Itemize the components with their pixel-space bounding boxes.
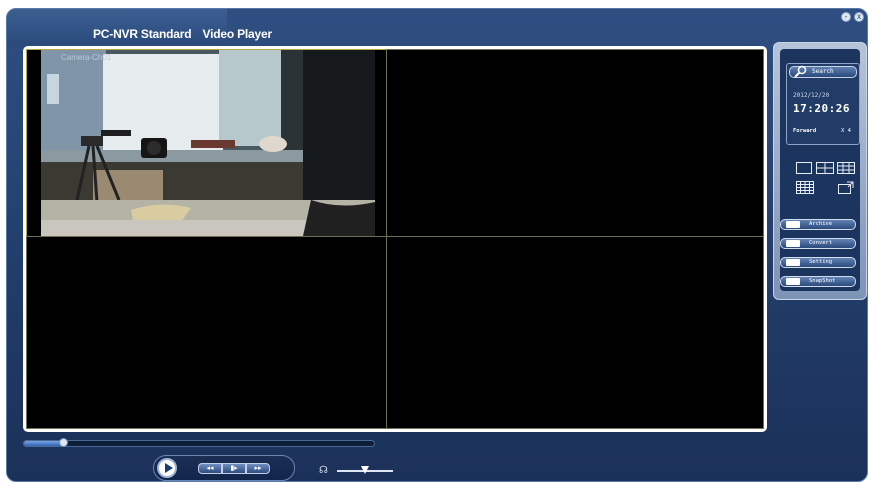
volume-icon: ☊ — [319, 465, 328, 476]
play-button[interactable] — [157, 458, 177, 478]
minimize-button[interactable]: - — [841, 12, 851, 22]
layout-3x3-icon[interactable] — [837, 162, 855, 174]
convert-icon — [786, 240, 800, 247]
search-icon — [794, 65, 807, 78]
camera-label: Camera-Ch01 — [61, 53, 112, 62]
fast-forward-button[interactable]: ▸▸ — [246, 463, 270, 474]
archive-label: Archive — [809, 221, 833, 227]
video-cell-3[interactable] — [26, 236, 387, 429]
convert-button[interactable]: Convert — [780, 238, 856, 249]
playback-controls: ◂◂ ▮▸ ▸▸ — [153, 455, 295, 481]
video-cell-2[interactable] — [386, 49, 764, 237]
camera-scene-graphic — [41, 50, 375, 236]
playback-speed: X 4 — [841, 128, 851, 134]
layout-2x2-icon[interactable] — [816, 162, 834, 174]
video-cell-4[interactable] — [386, 236, 764, 429]
playback-info-box: Search 2012/12/20 17:20:26 Forward X 4 — [786, 63, 860, 145]
convert-label: Convert — [809, 240, 833, 246]
window-title: PC-NVR Standard Video Player — [93, 27, 280, 41]
close-button[interactable]: x — [854, 12, 864, 22]
wrench-icon — [786, 259, 800, 266]
rewind-button[interactable]: ◂◂ — [198, 463, 222, 474]
volume-handle[interactable] — [361, 466, 369, 474]
app-subtitle: Video Player — [202, 27, 273, 41]
volume-slider[interactable] — [337, 466, 393, 474]
app-name: PC-NVR Standard — [93, 27, 192, 41]
video-player-window: PC-NVR Standard Video Player - x Camera-… — [6, 8, 868, 482]
setting-button[interactable]: Setting — [780, 257, 856, 268]
snapshot-label: SnapShot — [809, 278, 836, 284]
timeline-progress-fill — [24, 441, 63, 446]
setting-label: Setting — [809, 259, 833, 265]
playback-direction: Forward — [793, 128, 817, 134]
playback-date: 2012/12/20 — [793, 92, 830, 99]
video-grid: Camera-Ch01 — [23, 46, 767, 432]
fullscreen-icon[interactable] — [838, 181, 854, 194]
timeline-handle[interactable] — [58, 438, 68, 447]
side-panel-inner: Search 2012/12/20 17:20:26 Forward X 4 A… — [780, 49, 860, 291]
layout-4x4-icon[interactable] — [796, 181, 814, 194]
layout-1x1-icon[interactable] — [796, 162, 812, 174]
camera-icon — [786, 278, 800, 285]
archive-button[interactable]: Archive — [780, 219, 856, 230]
camera-feed-image: Camera-Ch01 — [41, 50, 375, 236]
timeline-progress-bar[interactable] — [23, 438, 375, 447]
video-cell-1[interactable]: Camera-Ch01 — [26, 49, 396, 237]
folder-icon — [786, 221, 800, 228]
snapshot-button[interactable]: SnapShot — [780, 276, 856, 287]
side-panel: Search 2012/12/20 17:20:26 Forward X 4 A… — [773, 42, 867, 300]
playback-time: 17:20:26 — [793, 102, 850, 115]
step-button[interactable]: ▮▸ — [222, 463, 246, 474]
